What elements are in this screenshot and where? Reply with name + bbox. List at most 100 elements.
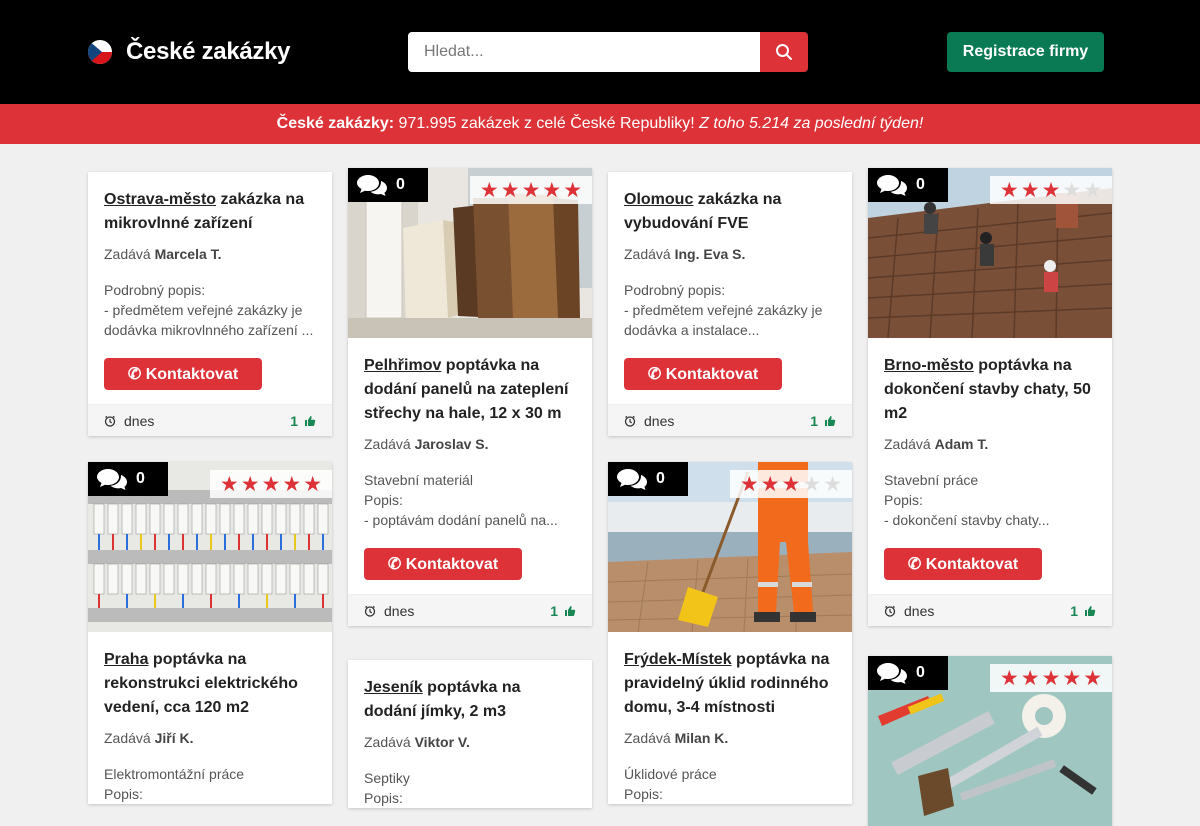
star-icon: ★ [500,178,520,202]
banner-italic: Z toho 5.214 za poslední týden! [699,115,924,132]
tender-card: Jeseník poptávka na dodání jímky, 2 m3 Z… [348,660,592,808]
card-description: Popis: [624,786,663,802]
rating-stars: ★ ★ ★ ★ ★ [990,176,1112,204]
clock-icon [364,605,376,617]
like-count[interactable]: 1 [290,413,316,429]
star-icon: ★ [219,472,239,496]
tender-card: 0 ★ ★ ★ ★ ★ Pelhřimov poptávka na dodání pan… [348,168,592,626]
tender-card: 0 ★ ★ ★ ★ ★ Praha poptávka na rekonstrukci e… [88,462,332,804]
card-date: dnes [904,602,935,619]
card-category: Stavební materiál [364,472,473,488]
star-icon: ★ [240,472,260,496]
card-date: dnes [644,412,675,429]
card-title: Jeseník poptávka na dodání jímky, 2 m3 [364,679,521,720]
card-author: Zadává Marcela T. [104,246,222,262]
banner-prefix: České zakázky: [276,115,395,132]
star-icon: ★ [760,472,780,496]
contact-button[interactable]: ✆ Kontaktovat [364,548,522,580]
card-description: - předmětem veřejné zakázky je dodávka m… [104,302,314,338]
card-city-link[interactable]: Pelhřimov [364,357,441,374]
card-city-link[interactable]: Praha [104,651,148,668]
comments-badge[interactable]: 0 [608,462,688,496]
star-icon: ★ [1062,666,1082,690]
star-empty-icon: ★ [802,472,822,496]
star-icon: ★ [542,178,562,202]
card-city-link[interactable]: Brno-město [884,357,974,374]
star-icon: ★ [282,472,302,496]
rating-stars: ★ ★ ★ ★ ★ [990,664,1112,692]
card-author: Zadává Jaroslav S. [364,436,489,452]
star-icon: ★ [479,178,499,202]
star-icon: ★ [261,472,281,496]
site-logo[interactable]: České zakázky [88,38,291,66]
stats-banner: České zakázky: 971.995 zakázek z celé Če… [0,104,1200,144]
tender-card: Olomouc zakázka na vybudování FVE Zadává… [608,172,852,436]
star-icon: ★ [999,178,1019,202]
card-author: Zadává Jiří K. [104,730,194,746]
card-image[interactable]: 0 ★ ★ ★ ★ ★ [348,168,592,338]
star-icon: ★ [1020,666,1040,690]
contact-button[interactable]: ✆ Kontaktovat [624,358,782,390]
card-author: Zadává Adam T. [884,436,989,452]
comments-badge[interactable]: 0 [88,462,168,496]
card-city-link[interactable]: Frýdek-Místek [624,651,732,668]
comments-badge[interactable]: 0 [868,656,948,690]
rating-stars: ★ ★ ★ ★ ★ [470,176,592,204]
like-count[interactable]: 1 [550,603,576,619]
banner-text: 971.995 zakázek z celé České Republiky! [394,115,700,132]
star-icon: ★ [563,178,583,202]
rating-stars: ★ ★ ★ ★ ★ [730,470,852,498]
search-bar [408,32,808,72]
star-icon: ★ [303,472,323,496]
star-icon: ★ [521,178,541,202]
tender-card: Ostrava-město zakázka na mikrovlnné zaří… [88,172,332,436]
card-title: Praha poptávka na rekonstrukci elektrick… [104,651,298,716]
card-image[interactable]: 0 ★ ★ ★ ★ ★ [88,462,332,632]
card-author: Zadává Milan K. [624,730,729,746]
search-input[interactable] [408,32,760,72]
card-image[interactable]: 0 ★ ★ ★ ★ ★ [868,656,1112,826]
card-category: Elektromontážní práce [104,766,245,782]
card-image[interactable]: 0 ★ ★ ★ ★ ★ [868,168,1112,338]
card-title: Ostrava-město zakázka na mikrovlnné zaří… [104,191,305,232]
tender-card: 0 ★ ★ ★ ★ ★ Frýdek-Místek poptávka na pravid… [608,462,852,804]
card-date: dnes [124,412,155,429]
star-icon: ★ [1041,666,1061,690]
star-icon: ★ [1041,178,1061,202]
search-button[interactable] [760,32,808,72]
register-company-button[interactable]: Registrace firmy [947,32,1104,72]
like-count[interactable]: 1 [1070,603,1096,619]
star-icon: ★ [1083,666,1103,690]
search-icon [776,44,792,60]
card-city-link[interactable]: Olomouc [624,191,693,208]
card-date: dnes [384,602,415,619]
card-city-link[interactable]: Ostrava-město [104,191,216,208]
card-title: Olomouc zakázka na vybudování FVE [624,191,782,232]
star-icon: ★ [999,666,1019,690]
tender-card: 0 ★ ★ ★ ★ ★ Brno-město poptávka na dokončení… [868,168,1112,626]
card-author: Zadává Viktor V. [364,734,470,750]
card-city-link[interactable]: Jeseník [364,679,423,696]
like-count[interactable]: 1 [810,413,836,429]
clock-icon [884,605,896,617]
comments-badge[interactable]: 0 [348,168,428,202]
site-header: České zakázky Registrace firmy [0,0,1200,104]
star-icon: ★ [739,472,759,496]
contact-button[interactable]: ✆ Kontaktovat [104,358,262,390]
card-footer: dnes 1 [348,594,592,626]
thumbs-up-icon [1085,605,1096,616]
card-image[interactable]: 0 ★ ★ ★ ★ ★ [608,462,852,632]
comments-icon [877,663,907,684]
card-footer: dnes 1 [868,594,1112,626]
star-empty-icon: ★ [823,472,843,496]
rating-stars: ★ ★ ★ ★ ★ [210,470,332,498]
card-footer: dnes 1 [88,404,332,436]
comments-badge[interactable]: 0 [868,168,948,202]
card-category: Septiky [364,770,410,786]
contact-button[interactable]: ✆ Kontaktovat [884,548,1042,580]
star-icon: ★ [781,472,801,496]
card-title: Brno-město poptávka na dokončení stavby … [884,357,1091,422]
card-description: Popis: - dokončení stavby chaty... [884,492,1050,528]
star-empty-icon: ★ [1062,178,1082,202]
card-description: Popis: - poptávám dodání panelů na... [364,492,558,528]
